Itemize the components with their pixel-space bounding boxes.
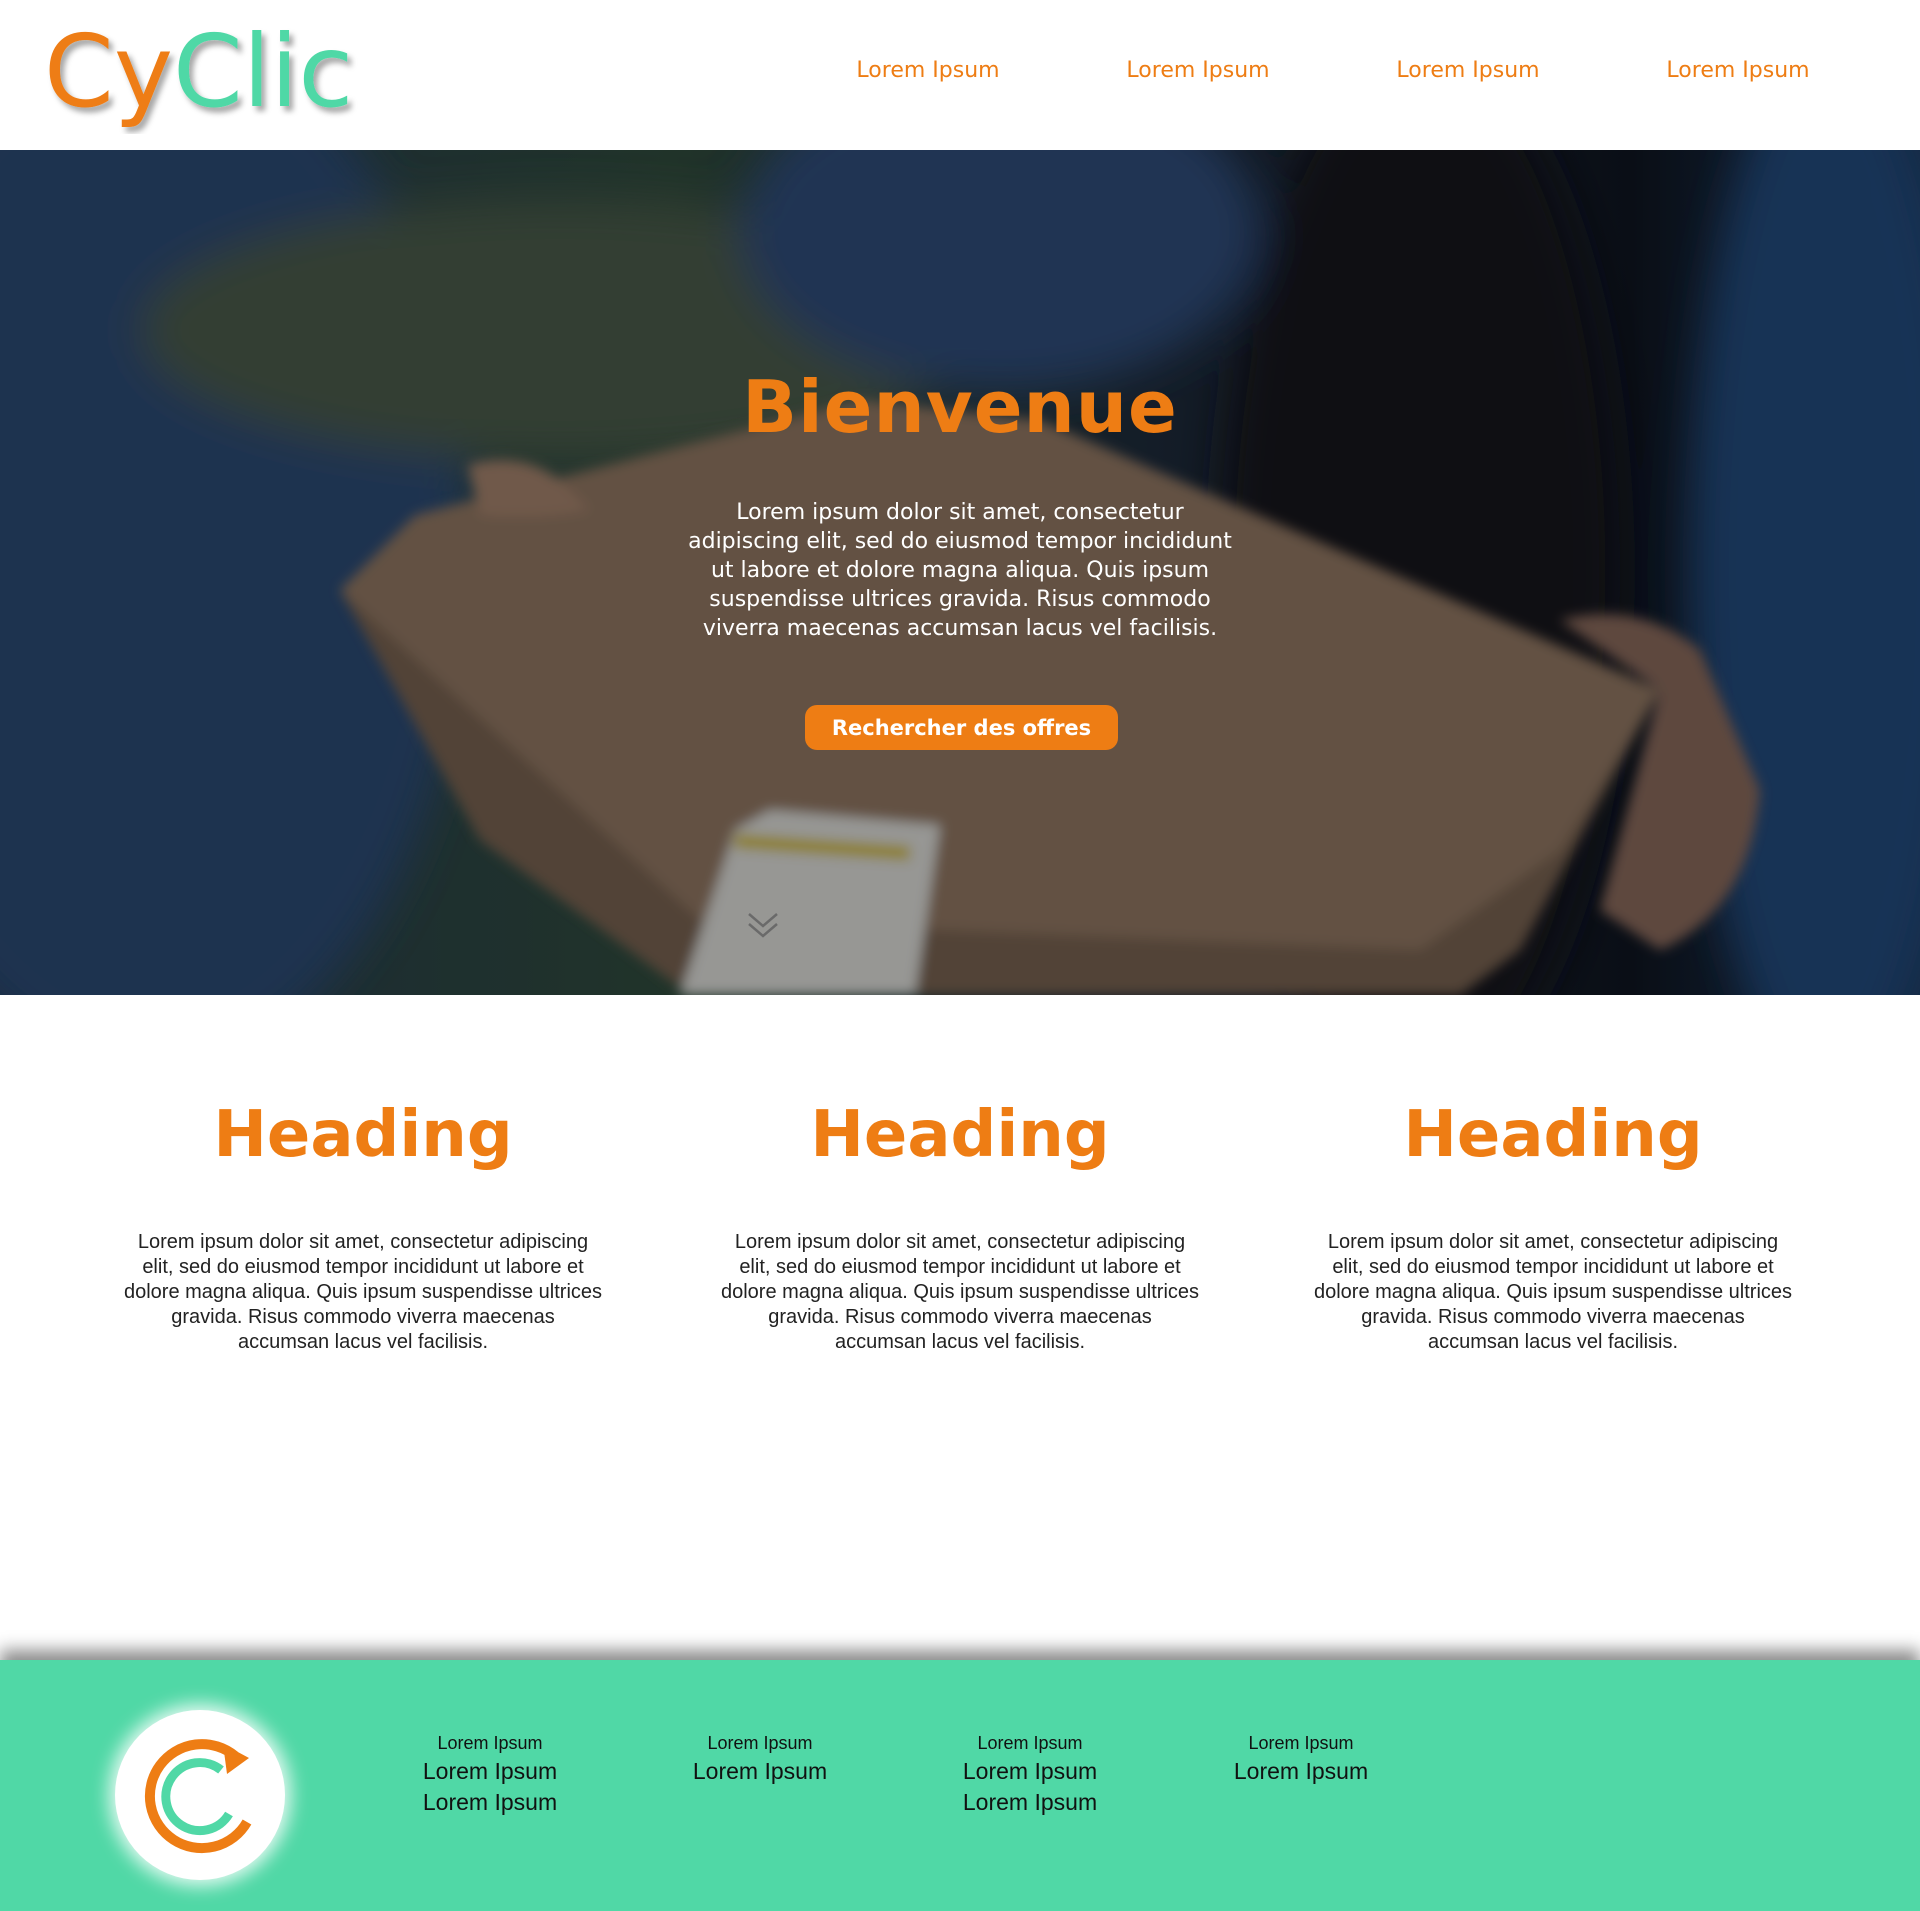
feature-card: Heading Lorem ipsum dolor sit amet, cons…	[1293, 1090, 1813, 1355]
feature-text: Lorem ipsum dolor sit amet, consectetur …	[1313, 1231, 1793, 1353]
search-offers-button[interactable]: Rechercher des offres	[805, 705, 1118, 750]
site-footer: Lorem Ipsum Lorem Ipsum Lorem Ipsum Lore…	[0, 1660, 1920, 1911]
footer-link[interactable]: Lorem Ipsum	[390, 1756, 590, 1787]
site-header: CyClic Lorem Ipsum Lorem Ipsum Lorem Ips…	[0, 0, 1920, 150]
feature-heading: Heading	[810, 1098, 1110, 1172]
cyclic-logo-icon	[144, 1739, 252, 1854]
hero-banner: Bienvenue Lorem ipsum dolor sit amet, co…	[0, 150, 1920, 995]
footer-link[interactable]: Lorem Ipsum	[660, 1756, 860, 1787]
hero-description: Lorem ipsum dolor sit amet, consectetur …	[688, 500, 1232, 641]
feature-card: Heading Lorem ipsum dolor sit amet, cons…	[103, 1090, 623, 1355]
footer-link[interactable]: Lorem Ipsum	[930, 1787, 1130, 1818]
nav-link-4[interactable]: Lorem Ipsum	[1638, 58, 1838, 83]
footer-column-title: Lorem Ipsum	[1248, 1733, 1354, 1753]
footer-column-title: Lorem Ipsum	[707, 1733, 813, 1753]
footer-link[interactable]: Lorem Ipsum	[930, 1756, 1130, 1787]
footer-column-title: Lorem Ipsum	[437, 1733, 543, 1753]
nav-link-2[interactable]: Lorem Ipsum	[1098, 58, 1298, 83]
footer-column-title: Lorem Ipsum	[977, 1733, 1083, 1753]
nav-link-1[interactable]: Lorem Ipsum	[828, 58, 1028, 83]
footer-link[interactable]: Lorem Ipsum	[1201, 1756, 1401, 1787]
footer-column: Lorem Ipsum Lorem Ipsum Lorem Ipsum	[390, 1730, 590, 1818]
footer-column: Lorem Ipsum Lorem Ipsum	[660, 1730, 860, 1787]
feature-card: Heading Lorem ipsum dolor sit amet, cons…	[700, 1090, 1220, 1355]
nav-link-3[interactable]: Lorem Ipsum	[1368, 58, 1568, 83]
feature-heading: Heading	[213, 1098, 513, 1172]
footer-column: Lorem Ipsum Lorem Ipsum Lorem Ipsum	[930, 1730, 1130, 1818]
footer-logo[interactable]	[115, 1710, 285, 1880]
main-nav: Lorem Ipsum Lorem Ipsum Lorem Ipsum Lore…	[0, 58, 1920, 88]
feature-text: Lorem ipsum dolor sit amet, consectetur …	[123, 1231, 603, 1353]
chevron-double-down-icon[interactable]	[745, 910, 781, 940]
hero-title: Bienvenue	[742, 365, 1178, 449]
feature-text: Lorem ipsum dolor sit amet, consectetur …	[720, 1231, 1200, 1353]
feature-heading: Heading	[1403, 1098, 1703, 1172]
footer-column: Lorem Ipsum Lorem Ipsum	[1201, 1730, 1401, 1787]
footer-link[interactable]: Lorem Ipsum	[390, 1787, 590, 1818]
